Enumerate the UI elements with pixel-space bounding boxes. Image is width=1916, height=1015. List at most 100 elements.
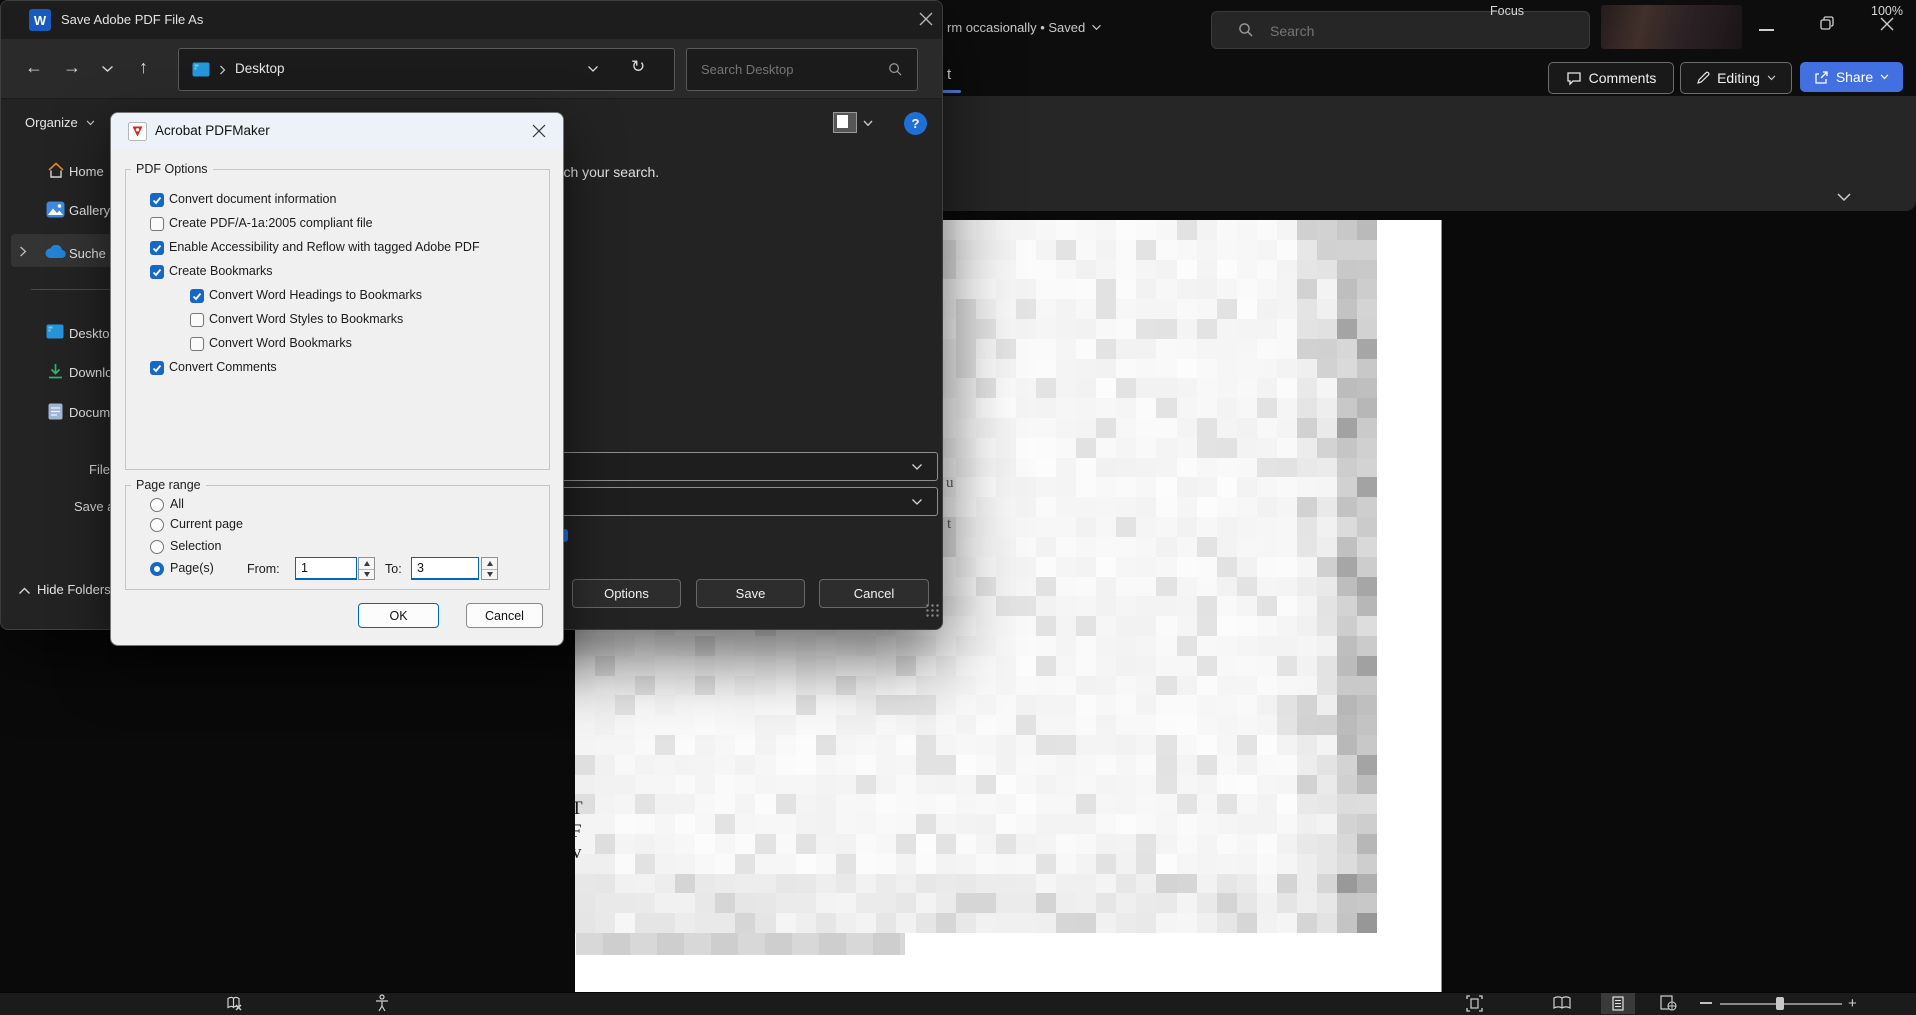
blur-cell [996, 794, 1017, 814]
cancel-button[interactable]: Cancel [466, 603, 543, 628]
collapse-ribbon-chevron-icon[interactable] [1836, 192, 1852, 202]
save-button[interactable]: Save [696, 579, 805, 608]
blur-cell [1116, 735, 1137, 755]
blur-cell [1217, 557, 1238, 577]
view-options-chevron-icon[interactable] [863, 120, 873, 127]
checkbox-accessibility-reflow[interactable] [150, 241, 164, 255]
blur-cell [635, 695, 656, 715]
checkbox-pdfa-compliant[interactable] [150, 217, 164, 231]
up-button[interactable]: ↑ [139, 57, 148, 78]
checkbox-word-styles-bookmarks[interactable] [190, 313, 204, 327]
status-zoom-level[interactable]: 100% [1871, 4, 1903, 18]
from-page-input[interactable] [295, 557, 357, 580]
blur-cell [1116, 874, 1137, 894]
blur-cell [1156, 557, 1177, 577]
close-pdfmaker-button[interactable] [532, 124, 546, 138]
blur-cell [916, 913, 937, 933]
sidebar-item-gallery[interactable]: Gallery [69, 203, 110, 218]
to-page-stepper[interactable] [481, 557, 498, 580]
blur-cell [1297, 517, 1318, 537]
blur-cell [776, 695, 797, 715]
back-button[interactable]: ← [25, 57, 43, 78]
forward-button[interactable]: → [63, 57, 81, 78]
word-search-box[interactable] [1211, 11, 1590, 49]
web-layout-icon[interactable] [1660, 995, 1677, 1011]
blur-cell [1237, 438, 1258, 458]
blur-cell [1257, 616, 1278, 636]
blur-cell [936, 854, 957, 874]
organize-label: Organize [25, 115, 78, 130]
blur-cell [1177, 874, 1198, 894]
read-mode-icon[interactable] [1552, 996, 1572, 1011]
radio-all[interactable] [150, 498, 164, 512]
blur-cell [1257, 874, 1278, 894]
to-page-input[interactable] [411, 557, 479, 580]
radio-current-page[interactable] [150, 518, 164, 532]
checkbox-convert-document-information[interactable] [150, 193, 164, 207]
status-focus[interactable]: Focus [1490, 4, 1524, 18]
checkbox-create-bookmarks[interactable] [150, 265, 164, 279]
recent-locations-chevron-icon[interactable] [101, 65, 114, 73]
zoom-slider-thumb[interactable] [1776, 997, 1784, 1010]
blur-cell [976, 458, 997, 478]
blur-cell [1237, 477, 1258, 497]
ribbon-tab-fragment[interactable]: t [947, 66, 951, 83]
blur-cell [936, 715, 957, 735]
organize-menu[interactable]: Organize [25, 115, 95, 130]
breadcrumb-location[interactable]: Desktop [235, 61, 285, 76]
blur-cell [1337, 775, 1358, 795]
ok-button[interactable]: OK [358, 603, 439, 628]
to-label: To: [385, 562, 402, 576]
view-options-button[interactable] [833, 112, 857, 133]
minimize-button[interactable] [1759, 29, 1774, 31]
cancel-button[interactable]: Cancel [819, 579, 929, 608]
resize-grip[interactable] [925, 603, 939, 617]
account-avatar-blurred[interactable] [1601, 5, 1742, 49]
blur-cell [1257, 319, 1278, 339]
blur-cell [1096, 735, 1117, 755]
checkbox-word-headings-bookmarks[interactable] [190, 289, 204, 303]
search-desktop-input[interactable] [699, 49, 883, 90]
blur-cell [1217, 834, 1238, 854]
expand-chevron-icon[interactable] [19, 246, 27, 257]
blur-cell [1036, 893, 1057, 913]
radio-pages[interactable] [150, 562, 164, 576]
help-button[interactable]: ? [904, 112, 927, 135]
blur-cell [916, 715, 937, 735]
checkbox-word-bookmarks[interactable] [190, 337, 204, 351]
blur-cell [1317, 339, 1338, 359]
editing-mode-button[interactable]: Editing [1680, 62, 1792, 94]
close-dialog-button[interactable] [919, 12, 933, 26]
print-layout-active-highlight[interactable] [1601, 993, 1635, 1014]
search-desktop-box[interactable] [686, 48, 918, 91]
radio-label: Page(s) [170, 561, 214, 575]
word-search-input[interactable] [1268, 12, 1572, 50]
blur-cell [1317, 834, 1338, 854]
zoom-out-button[interactable] [1700, 1002, 1712, 1004]
blur-cell [1237, 834, 1258, 854]
blur-cell [876, 814, 897, 834]
blur-cell [1116, 794, 1137, 814]
blur-cell [655, 715, 676, 735]
restore-button[interactable] [1820, 16, 1835, 31]
checkbox-convert-comments[interactable] [150, 361, 164, 375]
share-button[interactable]: Share [1800, 62, 1903, 92]
from-page-stepper[interactable] [358, 557, 375, 580]
blur-cell [1357, 319, 1378, 339]
zoom-in-button[interactable]: + [1848, 995, 1857, 1012]
blur-cell [1136, 359, 1157, 379]
proofing-errors-icon[interactable] [226, 996, 243, 1012]
options-button[interactable]: Options [572, 579, 681, 608]
sidebar-item-onedrive[interactable]: Suche [69, 246, 106, 261]
address-dropdown-chevron-icon[interactable] [587, 65, 599, 73]
blur-cell [695, 755, 716, 775]
word-app-icon: W [29, 9, 51, 31]
hide-folders-button[interactable]: Hide Folders [37, 582, 111, 597]
checkbox-label: Convert Word Bookmarks [209, 336, 352, 350]
sidebar-item-home[interactable]: Home [69, 164, 104, 179]
comments-button[interactable]: Comments [1548, 62, 1674, 94]
refresh-icon[interactable]: ↻ [631, 57, 645, 77]
address-bar[interactable]: Desktop ↻ [178, 48, 675, 91]
radio-selection[interactable] [150, 540, 164, 554]
close-window-button[interactable] [1880, 17, 1894, 31]
